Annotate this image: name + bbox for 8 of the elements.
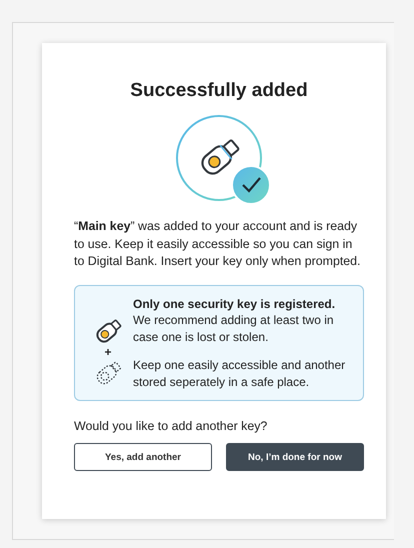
done-button[interactable]: No, I’m done for now [226,443,364,471]
plus-sign: + [104,346,112,358]
notice-tip: Keep one easily accessible and another stored seperately in a safe place. [133,357,346,390]
dialog-title: Successfully added [130,80,308,102]
question-text: Would you like to add another key? [74,419,268,433]
add-another-button[interactable]: Yes, add another [74,443,212,471]
confirmation-message: “Main key” was added to your account and is ready to use. Keep it easily accessible so you can sign in to Digital Bank. Insert your key only when prompted. [74,218,362,270]
notice-text: Only one security key is registered. We recommend adding at least two in case one is lost or stolen. [133,296,336,345]
